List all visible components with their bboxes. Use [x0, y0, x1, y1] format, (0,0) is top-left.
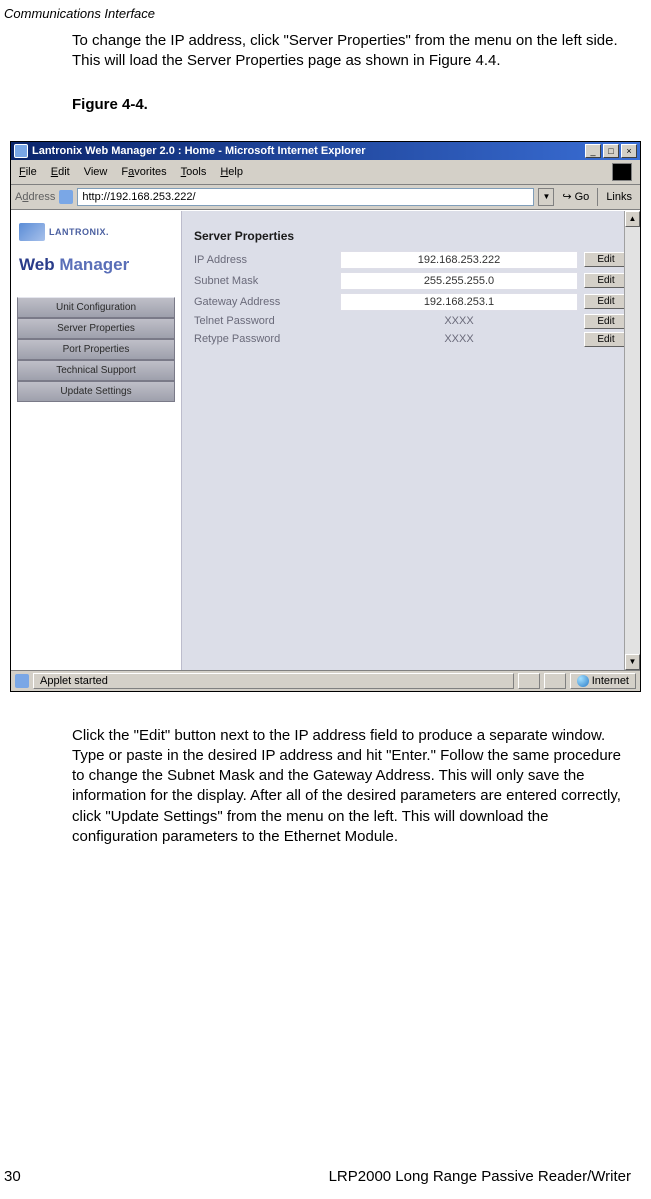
running-header: Communications Interface [0, 0, 651, 31]
label-subnet-mask: Subnet Mask [194, 275, 334, 287]
sidebar-item-server-properties[interactable]: Server Properties [17, 318, 175, 339]
ie-browser-window: Lantronix Web Manager 2.0 : Home - Micro… [10, 141, 641, 692]
document-title: LRP2000 Long Range Passive Reader/Writer [329, 1168, 631, 1185]
page-icon [59, 190, 73, 204]
go-button[interactable]: ↪ Go [558, 190, 593, 203]
main-panel: Server Properties IP Address 192.168.253… [181, 211, 640, 670]
maximize-button[interactable]: □ [603, 144, 619, 158]
value-telnet-password: XXXX [340, 315, 578, 327]
menu-help[interactable]: Help [220, 166, 243, 178]
menu-edit[interactable]: Edit [51, 166, 70, 178]
label-ip-address: IP Address [194, 254, 334, 266]
ie-logo-icon [14, 144, 28, 158]
value-subnet-mask: 255.255.255.0 [340, 272, 578, 290]
edit-button-ip-address[interactable]: Edit [584, 252, 628, 267]
vertical-scrollbar[interactable]: ▲ ▼ [624, 211, 640, 670]
statusbar-cell [544, 673, 566, 689]
value-ip-address: 192.168.253.222 [340, 251, 578, 269]
scroll-up-icon[interactable]: ▲ [625, 211, 640, 227]
go-icon: ↪ [562, 190, 571, 203]
minimize-button[interactable]: _ [585, 144, 601, 158]
page-number: 30 [4, 1168, 21, 1185]
links-button[interactable]: Links [602, 191, 636, 203]
label-gateway-address: Gateway Address [194, 296, 334, 308]
address-label: Address [15, 191, 55, 203]
ie-menubar: File Edit View Favorites Tools Help [11, 160, 640, 185]
label-retype-password: Retype Password [194, 333, 334, 345]
ie-viewport: LANTRONIX. Web Manager Unit Configuratio… [11, 210, 640, 670]
ie-address-bar: Address ▼ ↪ Go Links [11, 185, 640, 210]
statusbar-zone: Internet [570, 673, 636, 689]
globe-icon [577, 675, 589, 687]
menu-tools[interactable]: Tools [181, 166, 207, 178]
section-title: Server Properties [194, 229, 628, 243]
sidebar-item-update-settings[interactable]: Update Settings [17, 381, 175, 402]
menu-favorites[interactable]: Favorites [121, 166, 166, 178]
scroll-down-icon[interactable]: ▼ [625, 654, 640, 670]
ie-titlebar: Lantronix Web Manager 2.0 : Home - Micro… [11, 142, 640, 160]
edit-button-gateway-address[interactable]: Edit [584, 294, 628, 309]
product-title: Web Manager [17, 253, 175, 285]
statusbar-cell [518, 673, 540, 689]
outro-paragraph: Click the "Edit" button next to the IP a… [72, 726, 631, 848]
address-dropdown-button[interactable]: ▼ [538, 188, 554, 206]
figure-label: Figure 4-4. [72, 96, 631, 113]
menu-view[interactable]: View [84, 166, 108, 178]
menu-file[interactable]: File [19, 166, 37, 178]
edit-button-telnet-password[interactable]: Edit [584, 314, 628, 329]
value-gateway-address: 192.168.253.1 [340, 293, 578, 311]
sidebar-item-unit-configuration[interactable]: Unit Configuration [17, 297, 175, 318]
statusbar-page-icon [15, 674, 29, 688]
edit-button-subnet-mask[interactable]: Edit [584, 273, 628, 288]
edit-button-retype-password[interactable]: Edit [584, 332, 628, 347]
ie-throbber-icon [612, 163, 632, 181]
lantronix-logo-icon [19, 223, 45, 241]
sidebar-item-port-properties[interactable]: Port Properties [17, 339, 175, 360]
close-button[interactable]: × [621, 144, 637, 158]
label-telnet-password: Telnet Password [194, 315, 334, 327]
server-properties-grid: IP Address 192.168.253.222 Edit Subnet M… [194, 251, 628, 347]
address-input[interactable] [77, 188, 534, 206]
brand-text: LANTRONIX. [49, 227, 109, 237]
sidebar: LANTRONIX. Web Manager Unit Configuratio… [11, 211, 181, 670]
sidebar-item-technical-support[interactable]: Technical Support [17, 360, 175, 381]
ie-window-title: Lantronix Web Manager 2.0 : Home - Micro… [32, 145, 585, 157]
statusbar-message: Applet started [33, 673, 514, 689]
ie-statusbar: Applet started Internet [11, 670, 640, 691]
value-retype-password: XXXX [340, 333, 578, 345]
intro-paragraph: To change the IP address, click "Server … [72, 31, 631, 72]
